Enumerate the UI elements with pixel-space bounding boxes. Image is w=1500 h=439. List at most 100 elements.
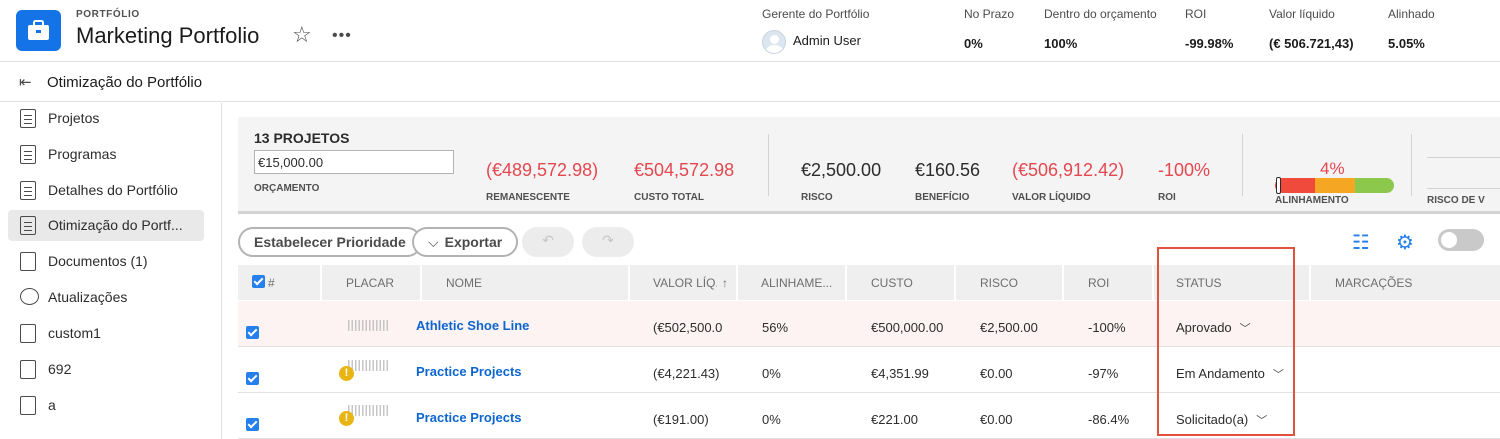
metric-label: CUSTO TOTAL (634, 192, 704, 203)
project-name-link[interactable]: Practice Projects (416, 410, 522, 425)
sidebar-item-label: Programas (48, 146, 117, 162)
column-nome[interactable]: NOME (446, 265, 482, 300)
portfolio-manager: Gerente do Portfólio Admin User (762, 7, 870, 54)
roi-cell: -97% (1088, 366, 1119, 381)
manager-name[interactable]: Admin User (793, 33, 861, 48)
sidebar-item-label: Projetos (48, 110, 100, 126)
briefcase-icon (16, 10, 61, 51)
filter-settings-icon[interactable]: ☷ (1352, 230, 1370, 255)
stat-net-value: Valor líquido (€ 506.721,43) (1269, 7, 1354, 51)
column-divider (954, 265, 956, 300)
table-header: # PLACAR NOME VALOR LÍQ... ↑ ALINHAME...… (238, 265, 1500, 300)
divider (1242, 134, 1243, 196)
column-risco[interactable]: RISCO (980, 265, 1018, 300)
table-row[interactable]: ! Practice Projects (€4,221.43) 0% €4,35… (238, 347, 1500, 393)
custom-icon (20, 360, 36, 379)
alignment-value: 4% (1320, 159, 1345, 178)
stat-value: 0% (964, 36, 983, 51)
project-count: 13 PROJETOS (254, 130, 350, 146)
budget-label: ORÇAMENTO (254, 183, 320, 194)
alignment-cell: 0% (762, 412, 781, 427)
stat-value: 5.05% (1388, 36, 1425, 51)
column-roi[interactable]: ROI (1088, 265, 1109, 300)
export-button[interactable]: ⌵ Exportar (412, 227, 519, 257)
collapse-sidebar-icon[interactable]: ⇤ (19, 73, 32, 91)
metric-label: BENEFÍCIO (915, 192, 970, 203)
project-name-link[interactable]: Practice Projects (416, 364, 522, 379)
manager-label: Gerente do Portfólio (762, 7, 870, 21)
portfolio-kicker: PORTFÓLIO (76, 9, 140, 20)
column-placar[interactable]: PLACAR (346, 265, 394, 300)
stat-aligned: Alinhado 5.05% (1388, 7, 1435, 51)
column-custo[interactable]: CUSTO (871, 265, 913, 300)
sidebar-item-atualizacoes[interactable]: Atualizações (8, 282, 204, 313)
roi-cell: -86.4% (1088, 412, 1130, 427)
optimization-icon (20, 216, 36, 235)
column-alinhamento[interactable]: ALINHAME... (761, 265, 832, 300)
document-icon (20, 145, 36, 164)
sort-ascending-icon[interactable]: ↑ (722, 265, 728, 300)
select-all-checkbox[interactable] (252, 275, 265, 288)
metric-remaining: (€489,572.98) REMANESCENTE (486, 160, 598, 203)
metric-value: €504,572.98 (634, 160, 735, 180)
view-toggle[interactable] (1438, 229, 1484, 251)
sidebar-item-detalhes[interactable]: Detalhes do Portfólio (8, 175, 204, 206)
row-checkbox[interactable] (246, 372, 259, 385)
scorecard-meter (348, 320, 388, 331)
sidebar-item-label: 692 (48, 361, 72, 377)
metric-value: €160.56 (915, 160, 981, 180)
undo-icon: ↶ (542, 232, 554, 248)
undo-button[interactable]: ↶ (522, 227, 574, 257)
sidebar-item-programas[interactable]: Programas (8, 139, 204, 170)
budget-summary-panel: 13 PROJETOS ORÇAMENTO (€489,572.98) REMA… (238, 117, 1500, 214)
row-checkbox[interactable] (246, 418, 259, 431)
column-marcacoes[interactable]: MARCAÇÕES (1335, 265, 1412, 300)
gauge-segment-red (1275, 178, 1316, 193)
prioritize-button[interactable]: Estabelecer Prioridade (238, 227, 422, 257)
custom-icon (20, 324, 36, 343)
sidebar-item-label: custom1 (48, 325, 101, 341)
sidebar-item-otimizacao[interactable]: Otimização do Portf... (8, 210, 204, 241)
sidebar-item-692[interactable]: 692 (8, 354, 204, 385)
stat-in-budget: Dentro do orçamento 100% (1044, 7, 1157, 51)
metric-label: VALOR LÍQUIDO (1012, 192, 1091, 203)
budget-input[interactable] (254, 150, 454, 174)
column-divider (1062, 265, 1064, 300)
table-row[interactable]: Athletic Shoe Line (€502,500.0 56% €500,… (238, 301, 1500, 347)
star-icon[interactable]: ☆ (292, 24, 312, 46)
row-checkbox[interactable] (246, 326, 259, 339)
sidebar-item-a[interactable]: a (8, 390, 204, 421)
metric-roi: -100% ROI (1158, 160, 1210, 203)
alignment-cell: 0% (762, 366, 781, 381)
metric-value: -100% (1158, 160, 1211, 180)
list-icon (20, 109, 36, 128)
cost-cell: €500,000.00 (871, 320, 944, 335)
cost-cell: €4,351.99 (871, 366, 929, 381)
metric-total-cost: €504,572.98 CUSTO TOTAL (634, 160, 734, 203)
column-divider (1152, 265, 1154, 300)
column-valor-liquido[interactable]: VALOR LÍQ... (653, 265, 717, 300)
sidebar-item-label: Otimização do Portf... (48, 217, 183, 233)
redo-icon: ↷ (602, 232, 614, 248)
metric-label: ROI (1158, 192, 1176, 203)
alignment-gauge (1275, 178, 1394, 193)
more-options-icon[interactable]: ••• (332, 27, 352, 45)
gear-icon[interactable]: ⚙ (1396, 230, 1414, 255)
net-value-cell: (€191.00) (653, 412, 709, 427)
section-title: Otimização do Portfólio (47, 74, 203, 91)
stat-value: 100% (1044, 36, 1078, 51)
column-divider (845, 265, 847, 300)
alignment-cell: 56% (762, 320, 789, 335)
chat-icon (20, 288, 39, 305)
metric-value: (€489,572.98) (486, 160, 599, 180)
redo-button[interactable]: ↷ (582, 227, 634, 257)
sidebar-item-projetos[interactable]: Projetos (8, 103, 204, 134)
sidebar-item-documentos[interactable]: Documentos (1) (8, 246, 204, 277)
project-name-link[interactable]: Athletic Shoe Line (416, 318, 529, 333)
metric-value: €2,500.00 (801, 160, 882, 180)
sidebar-item-custom1[interactable]: custom1 (8, 318, 204, 349)
gauge-segment-green (1354, 178, 1394, 193)
export-label: Exportar (444, 234, 503, 250)
column-divider (628, 265, 630, 300)
table-row[interactable]: ! Practice Projects (€191.00) 0% €221.00… (238, 393, 1500, 439)
